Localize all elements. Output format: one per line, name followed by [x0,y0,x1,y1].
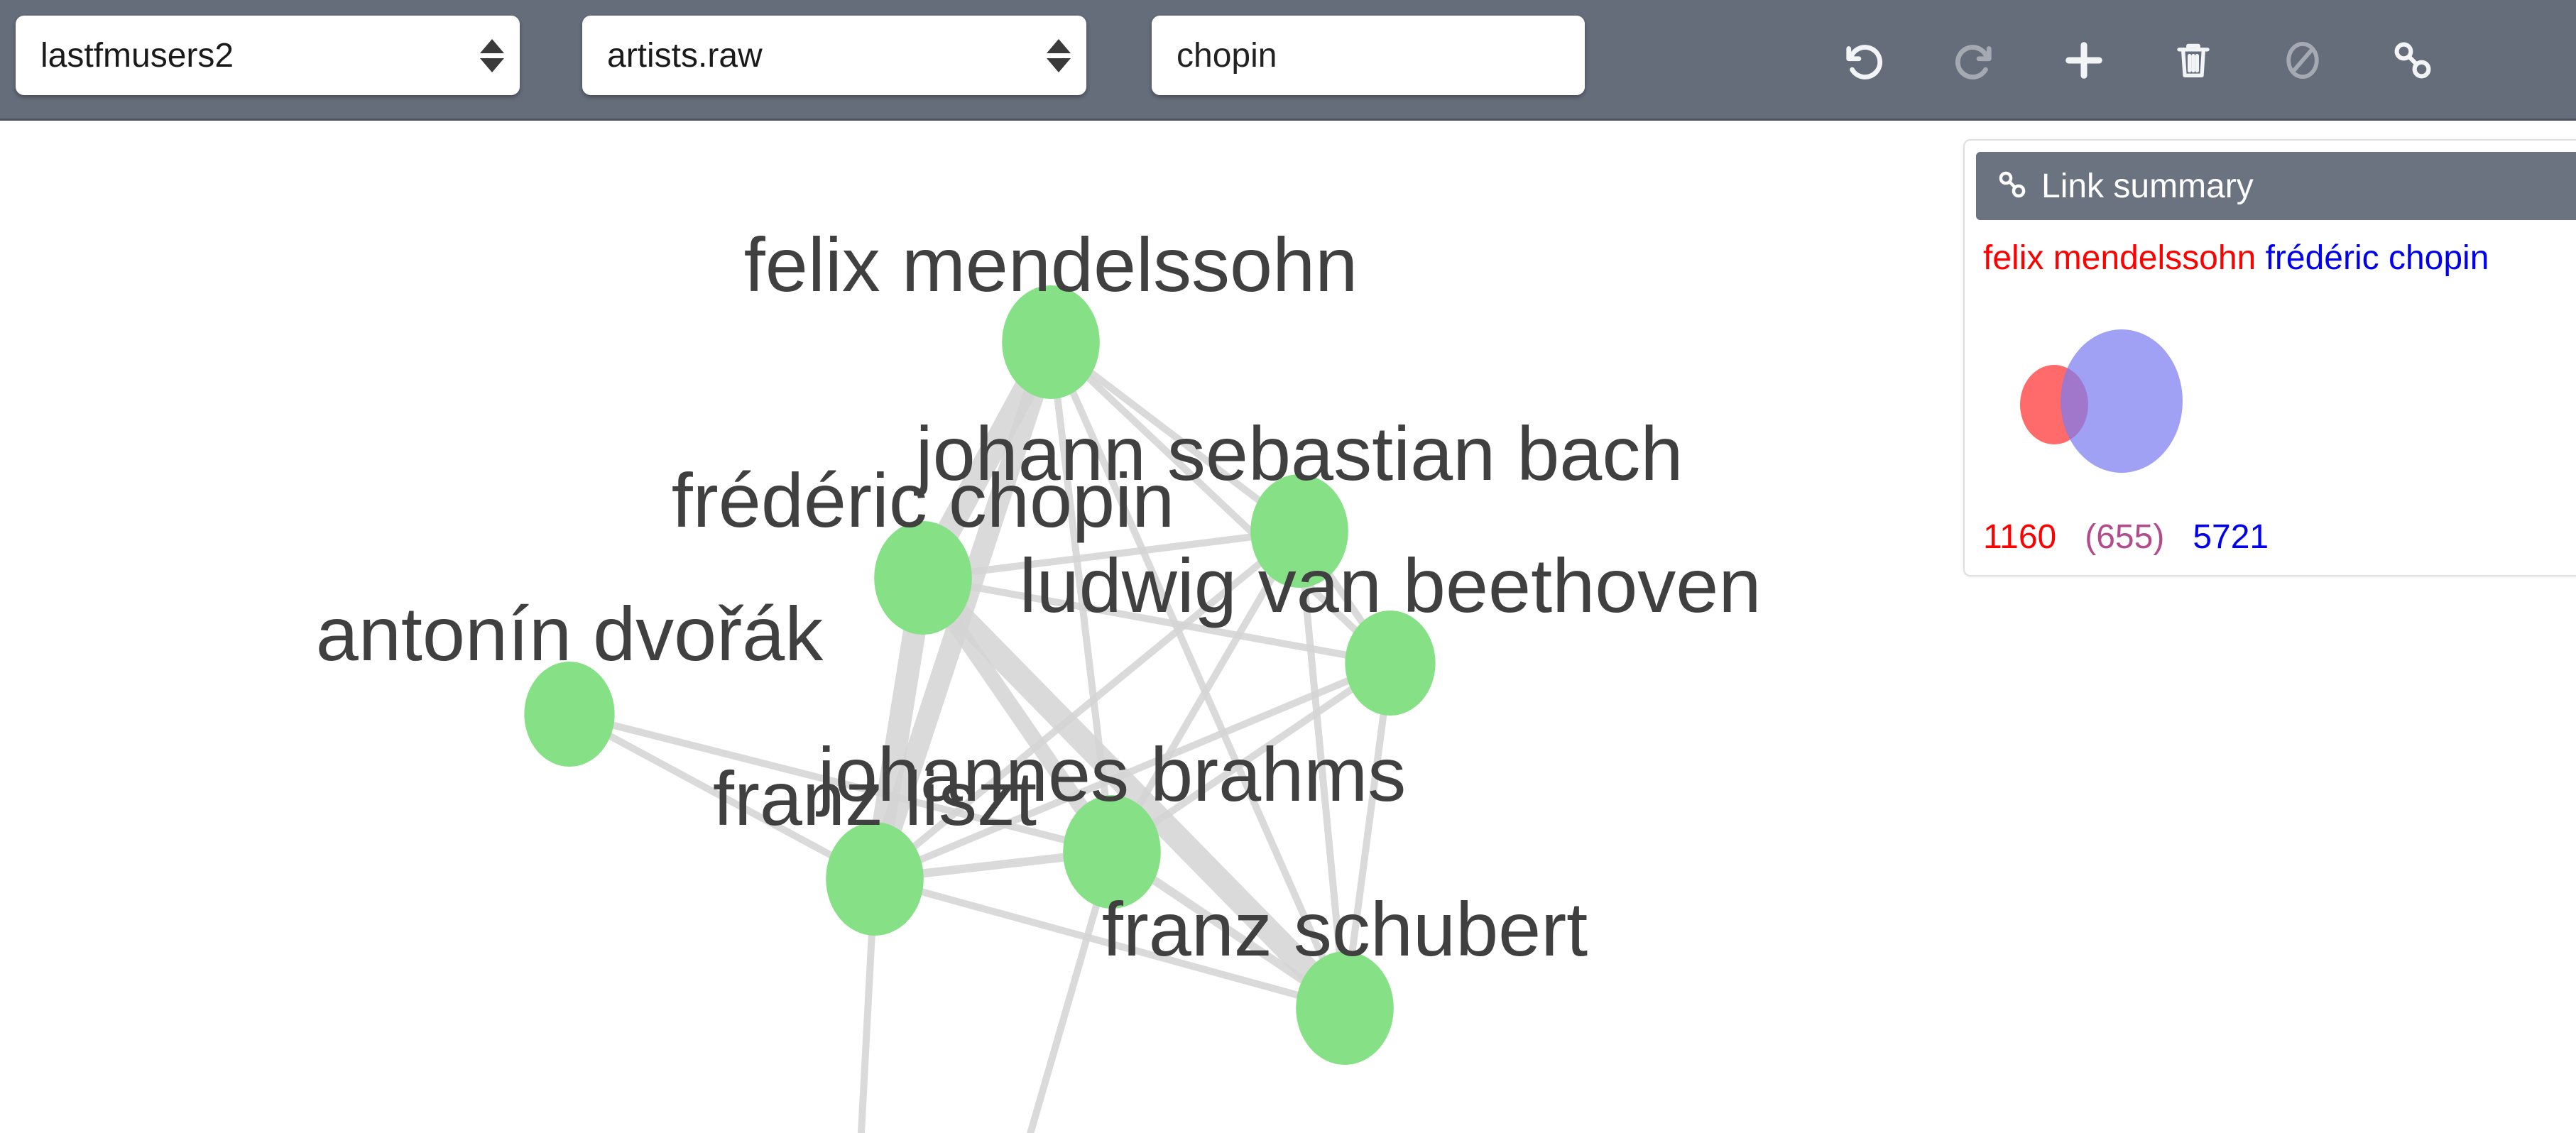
dataset-select[interactable]: lastfmusers2 [16,16,520,95]
graph-node-label: antonín dvořák [316,591,824,677]
link-source-label: felix mendelssohn [1983,239,2256,277]
add-button[interactable] [2052,28,2116,92]
plus-icon [2060,36,2108,84]
chevron-updown-icon [1031,38,1086,72]
trash-icon [2171,38,2216,83]
venn-svg [2020,329,2183,473]
graph-node-label: frédéric chopin [672,457,1174,543]
link-icon [2390,38,2435,83]
intersection-count: (655) [2085,518,2165,556]
venn-circle-target [2061,329,2183,473]
dataset-select-value: lastfmusers2 [40,36,234,75]
target-count: 5721 [2193,518,2269,556]
redo-button[interactable] [1942,28,2006,92]
graph-node-label: franz liszt [713,755,1037,841]
graph-node-label: franz schubert [1102,886,1588,972]
chevron-updown-icon [464,38,520,72]
link-summary-panel: Link summary felix mendelssohn frédéric … [1963,139,2576,576]
undo-icon [1840,36,1888,84]
source-count: 1160 [1983,518,2057,556]
link-summary-endpoints: felix mendelssohn frédéric chopin [1976,239,2576,278]
undo-button[interactable] [1832,28,1896,92]
graph-node-label: felix mendelssohn [744,221,1358,307]
toolbar: lastfmusers2 artists.raw [0,0,2576,121]
field-select-value: artists.raw [607,36,763,75]
search-input[interactable] [1152,16,1585,95]
link-summary-title: Link summary [2041,167,2254,205]
redo-icon [1950,36,1998,84]
link-icon [1996,168,2029,204]
link-button[interactable] [2381,28,2445,92]
field-select[interactable]: artists.raw [582,16,1086,95]
graph-node[interactable] [524,662,615,767]
block-button[interactable] [2271,28,2335,92]
delete-button[interactable] [2161,28,2225,92]
graph-node-label: ludwig van beethoven [1020,542,1762,628]
link-summary-counts: 1160 (655) 5721 [1976,518,2576,557]
app-root: lastfmusers2 artists.raw chopin felix me… [0,0,2576,1133]
ban-icon [2279,37,2326,84]
link-summary-header: Link summary [1976,152,2576,220]
venn-diagram [1976,295,2576,508]
search-group [1152,16,1585,95]
link-target-label: frédéric chopin [2265,239,2489,277]
